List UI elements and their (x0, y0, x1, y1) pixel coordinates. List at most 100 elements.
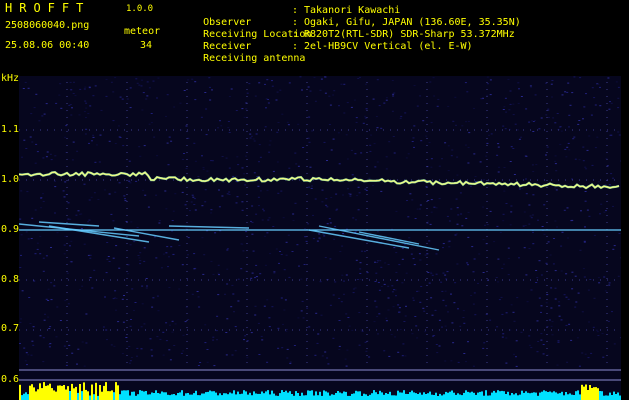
noise-speck (469, 185, 472, 187)
level-bar (491, 392, 493, 400)
noise-speck (134, 302, 137, 303)
noise-speck (217, 294, 220, 296)
noise-speck (424, 331, 427, 333)
noise-speck (496, 154, 499, 156)
noise-speck (226, 193, 229, 195)
noise-speck (279, 251, 281, 252)
noise-speck (280, 297, 283, 299)
noise-speck (437, 98, 440, 100)
noise-speck (608, 108, 611, 110)
noise-speck (520, 136, 523, 138)
noise-speck (358, 344, 361, 346)
level-bar (159, 393, 161, 400)
noise-speck (206, 361, 209, 363)
noise-speck (155, 194, 158, 196)
level-bar (153, 393, 155, 400)
level-bar (207, 391, 209, 400)
level-bar (469, 392, 471, 400)
noise-speck (338, 105, 340, 107)
noise-speck (141, 79, 143, 81)
noise-speck (505, 312, 508, 314)
level-bar (241, 393, 243, 400)
noise-speck (530, 347, 533, 349)
noise-speck (68, 344, 71, 346)
spectrogram[interactable] (19, 76, 621, 400)
noise-speck (141, 285, 144, 287)
level-bar (539, 392, 541, 400)
noise-speck (579, 249, 582, 251)
noise-speck (329, 222, 332, 224)
noise-speck (540, 305, 543, 307)
noise-speck (19, 343, 21, 344)
noise-speck (110, 81, 113, 83)
noise-speck (230, 88, 233, 90)
noise-speck (543, 204, 546, 206)
noise-speck (108, 193, 111, 195)
noise-speck (603, 276, 606, 278)
noise-speck (135, 78, 138, 80)
level-bar (247, 394, 249, 400)
level-bar (397, 390, 399, 400)
level-bar (551, 392, 553, 400)
noise-speck (617, 275, 620, 277)
level-bar (355, 390, 357, 400)
app-title: HROFFT (5, 1, 91, 15)
noise-speck (522, 225, 525, 227)
noise-speck (256, 176, 259, 177)
noise-speck (332, 337, 335, 339)
noise-speck (567, 82, 570, 84)
noise-speck (372, 185, 374, 187)
noise-speck (395, 295, 397, 297)
noise-speck (267, 102, 270, 104)
noise-speck (456, 223, 459, 225)
noise-speck (167, 266, 169, 268)
noise-speck (446, 271, 449, 273)
noise-speck (20, 318, 22, 320)
noise-speck (159, 338, 162, 340)
noise-speck (419, 95, 422, 97)
noise-speck (268, 144, 271, 146)
noise-speck (187, 319, 190, 320)
level-bar (151, 392, 153, 400)
noise-speck (394, 336, 396, 338)
noise-speck (277, 347, 280, 349)
noise-speck (118, 182, 121, 184)
level-bar (253, 391, 255, 400)
info-colon: : (292, 5, 299, 16)
noise-speck (212, 339, 215, 341)
noise-speck (391, 285, 394, 287)
noise-speck (559, 143, 562, 145)
noise-speck (98, 161, 101, 163)
noise-speck (108, 140, 111, 142)
noise-speck (44, 313, 46, 315)
noise-speck (385, 317, 388, 319)
noise-speck (245, 108, 248, 110)
level-bar (211, 391, 213, 400)
level-bar (251, 395, 253, 400)
noise-speck (200, 116, 203, 118)
level-bar (271, 390, 273, 400)
noise-speck (528, 204, 531, 206)
noise-speck (512, 148, 515, 149)
noise-speck (151, 355, 154, 357)
level-bar (421, 394, 423, 400)
level-bar (43, 382, 45, 400)
noise-speck (365, 190, 368, 191)
noise-speck (340, 83, 343, 85)
noise-speck (254, 95, 257, 97)
noise-speck (210, 212, 213, 214)
noise-speck (442, 299, 445, 301)
noise-speck (610, 102, 613, 104)
noise-speck (537, 341, 540, 342)
level-bar (615, 394, 617, 400)
level-bar (185, 393, 187, 400)
level-bar (371, 393, 373, 400)
noise-speck (133, 241, 136, 243)
noise-speck (165, 322, 168, 324)
noise-speck (574, 275, 577, 277)
noise-speck (191, 194, 194, 196)
noise-speck (428, 142, 431, 144)
noise-speck (250, 220, 252, 222)
noise-speck (358, 76, 361, 78)
noise-speck (67, 218, 70, 220)
